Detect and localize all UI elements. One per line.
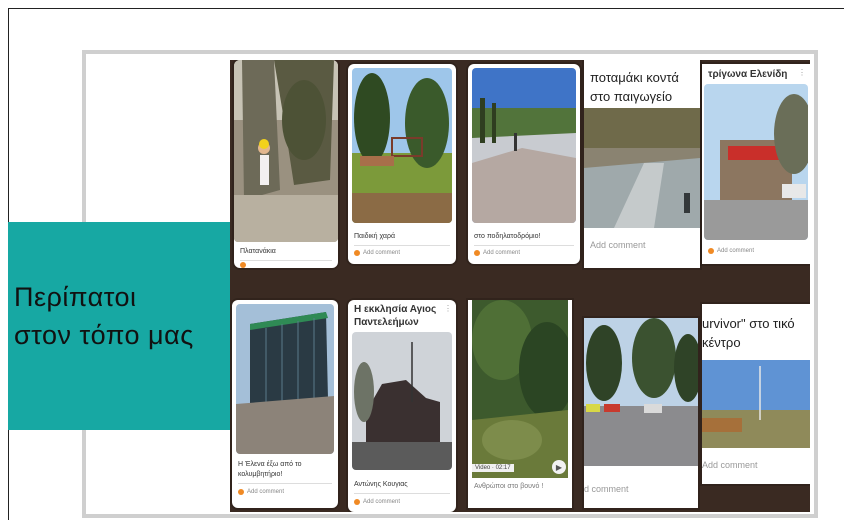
divider [354,245,450,246]
post-heading: τρίγωνα Ελενίδη [708,69,788,80]
play-icon[interactable]: ▶ [552,460,566,474]
padlet-board: Πλατανάκια Παιδική χαρά Add comment στο … [230,60,810,512]
more-options-icon[interactable]: ⋮ [444,304,452,313]
comment-avatar-icon [240,262,246,268]
add-comment-button[interactable]: Add comment [238,489,284,495]
frame-top-border [8,8,844,9]
add-comment-label: Add comment [590,240,646,250]
post-card-survivor[interactable]: urvivor" στο τικό κέντρο Add comment [702,304,810,484]
post-card-stream[interactable]: ποταμάκι κοντά στο παιγωγείο μας Add com… [584,60,700,268]
post-card-video-mountain[interactable]: Video · 02:17 ▶ Ανθρώποι στο βουνό ! [468,300,572,508]
divider [240,260,332,261]
more-options-icon[interactable]: ⋮ [798,68,806,77]
post-caption: στο ποδηλατοδρόμιο! [474,233,541,240]
photo-shop [704,84,808,240]
photo-tree-trunk [234,60,338,242]
post-card-trigona[interactable]: τρίγωνα Ελενίδη ⋮ Add comment [702,64,810,264]
comment-avatar-icon [354,499,360,505]
add-comment-button[interactable]: d comment [584,484,629,494]
post-card-playground[interactable]: Παιδική χαρά Add comment [348,64,456,264]
photo-playground [352,68,452,223]
comment-avatar-icon [354,250,360,256]
comment-avatar-icon [474,250,480,256]
divider [238,483,332,484]
add-comment-button[interactable]: Add comment [590,240,646,250]
divider [354,493,450,494]
add-comment-button[interactable]: Add comment [474,250,520,256]
add-comment-label: Add comment [717,248,755,254]
add-comment-label: Add comment [363,250,401,256]
photo-survivor-field [702,360,810,448]
post-card-pool[interactable]: ⋮ Η Έλενα έξω από το κολυμβητήριο! Add c… [232,300,338,508]
slide-title-box: Περίπατοι στον τόπο μας [8,222,230,430]
add-comment-label: Add comment [247,489,285,495]
comment-avatar-icon [708,248,714,254]
add-comment-label: Add comment [702,460,758,470]
add-comment-button[interactable]: Add comment [354,250,400,256]
post-card-platanakia[interactable]: Πλατανάκια [234,60,338,268]
add-comment-label: d comment [584,484,629,494]
photo-mountain [472,300,568,478]
post-heading: Η εκκλησία Αγιος Παντελεήμων [354,304,437,328]
divider [474,245,574,246]
comment-avatar-icon [238,489,244,495]
video-duration: Video · 02:17 [472,464,514,472]
slide-title-line1: Περίπατοι [14,282,137,312]
post-card-parking[interactable]: d comment [584,318,698,508]
add-comment-button[interactable]: Add comment [708,248,754,254]
post-card-bike-track[interactable]: στο ποδηλατοδρόμιο! Add comment [468,64,580,264]
slide-title-line2: στον τόπο μας [14,320,194,350]
add-comment-button[interactable]: Add comment [702,460,758,470]
post-card-church[interactable]: Η εκκλησία Αγιος Παντελεήμων ⋮ Αντώνης Κ… [348,300,456,512]
post-heading: urvivor" στο τικό κέντρο [702,316,795,350]
post-caption: Πλατανάκια [240,248,276,255]
add-comment-button[interactable]: Add comment [354,499,400,505]
photo-parking [584,318,698,466]
post-caption: Η Έλενα έξω από το κολυμβητήριο! [238,461,302,478]
photo-church [352,332,452,470]
add-comment-label: Add comment [483,250,521,256]
post-caption: Ανθρώποι στο βουνό ! [474,483,544,490]
photo-stream [584,108,700,228]
add-comment-label: Add comment [363,499,401,505]
post-caption: Αντώνης Κουγιας [354,481,408,488]
post-caption: Παιδική χαρά [354,233,396,240]
photo-pool-building [236,304,334,454]
photo-bike-track [472,68,576,223]
